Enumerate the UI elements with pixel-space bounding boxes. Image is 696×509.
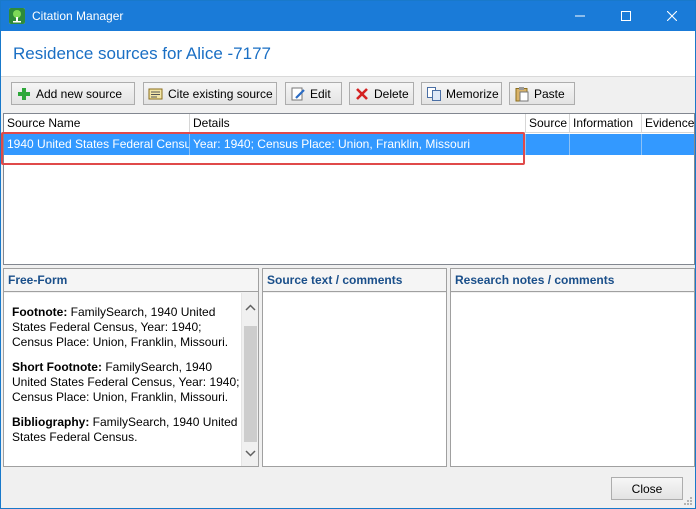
toolbar: Add new source Cite existing source Edit… bbox=[1, 78, 695, 112]
column-header-details[interactable]: Details bbox=[190, 114, 526, 133]
short-footnote-label: Short Footnote: bbox=[12, 360, 102, 374]
app-tree-icon bbox=[9, 8, 25, 24]
cite-existing-source-button[interactable]: Cite existing source bbox=[143, 82, 277, 105]
column-header-information[interactable]: Information bbox=[570, 114, 642, 133]
maximize-icon bbox=[621, 11, 631, 21]
window-title: Citation Manager bbox=[32, 9, 124, 23]
cell-information[interactable] bbox=[570, 134, 642, 155]
plus-icon bbox=[16, 86, 32, 102]
scroll-down-button[interactable] bbox=[242, 445, 259, 462]
footer: Close bbox=[1, 468, 695, 508]
minimize-button[interactable] bbox=[557, 1, 603, 31]
close-button[interactable]: Close bbox=[611, 477, 683, 500]
heading-area: Residence sources for Alice -7177 bbox=[1, 31, 695, 77]
research-notes-title: Research notes / comments bbox=[451, 269, 694, 292]
memorize-label: Memorize bbox=[446, 86, 499, 101]
edit-label: Edit bbox=[310, 86, 331, 101]
title-bar[interactable]: Citation Manager bbox=[1, 1, 695, 31]
free-form-scrollbar[interactable] bbox=[241, 293, 258, 466]
free-form-panel: Free-Form Footnote: FamilySearch, 1940 U… bbox=[3, 268, 259, 467]
page-title: Residence sources for Alice -7177 bbox=[13, 44, 271, 63]
delete-button[interactable]: Delete bbox=[349, 82, 414, 105]
research-notes-panel: Research notes / comments bbox=[450, 268, 695, 467]
cite-existing-source-label: Cite existing source bbox=[168, 86, 273, 101]
memorize-button[interactable]: Memorize bbox=[421, 82, 502, 105]
add-new-source-button[interactable]: Add new source bbox=[11, 82, 135, 105]
source-text-title: Source text / comments bbox=[263, 269, 446, 292]
scroll-up-button[interactable] bbox=[242, 299, 259, 316]
source-text-editor[interactable] bbox=[263, 293, 446, 466]
scrollbar-thumb[interactable] bbox=[244, 326, 257, 442]
cell-evidence[interactable] bbox=[642, 134, 694, 155]
cell-source[interactable] bbox=[526, 134, 570, 155]
free-form-body[interactable]: Footnote: FamilySearch, 1940 United Stat… bbox=[4, 293, 258, 466]
column-header-source-name[interactable]: Source Name bbox=[4, 114, 190, 133]
cell-details[interactable]: Year: 1940; Census Place: Union, Frankli… bbox=[190, 134, 526, 155]
close-window-button[interactable] bbox=[649, 1, 695, 31]
cell-source-name[interactable]: 1940 United States Federal Census bbox=[4, 134, 190, 155]
free-form-title: Free-Form bbox=[4, 269, 258, 292]
chevron-up-icon bbox=[245, 304, 256, 311]
clipboard-icon bbox=[514, 86, 530, 102]
grid-header: Source Name Details Source Information E… bbox=[4, 114, 694, 133]
bibliography-label: Bibliography: bbox=[12, 415, 90, 429]
edit-button[interactable]: Edit bbox=[285, 82, 342, 105]
footnote-label: Footnote: bbox=[12, 305, 68, 319]
research-notes-editor[interactable] bbox=[451, 293, 694, 466]
resize-grip-icon[interactable] bbox=[683, 496, 693, 506]
table-row[interactable]: 1940 United States Federal Census Year: … bbox=[4, 134, 694, 155]
column-header-evidence[interactable]: Evidence bbox=[642, 114, 694, 133]
column-header-source[interactable]: Source bbox=[526, 114, 570, 133]
citation-manager-window: Citation Manager Residence sources for A… bbox=[0, 0, 696, 509]
close-icon bbox=[667, 11, 677, 21]
minimize-icon bbox=[575, 15, 585, 17]
paste-button[interactable]: Paste bbox=[509, 82, 575, 105]
chevron-down-icon bbox=[245, 450, 256, 457]
cite-document-icon bbox=[148, 86, 164, 102]
paste-label: Paste bbox=[534, 86, 565, 101]
add-new-source-label: Add new source bbox=[36, 86, 123, 101]
sources-grid[interactable]: Source Name Details Source Information E… bbox=[3, 113, 695, 265]
free-form-text: Footnote: FamilySearch, 1940 United Stat… bbox=[12, 305, 240, 455]
pencil-icon bbox=[290, 86, 306, 102]
delete-label: Delete bbox=[374, 86, 409, 101]
copy-icon bbox=[426, 86, 442, 102]
source-text-panel: Source text / comments bbox=[262, 268, 447, 467]
maximize-button[interactable] bbox=[603, 1, 649, 31]
delete-x-icon bbox=[354, 86, 370, 102]
